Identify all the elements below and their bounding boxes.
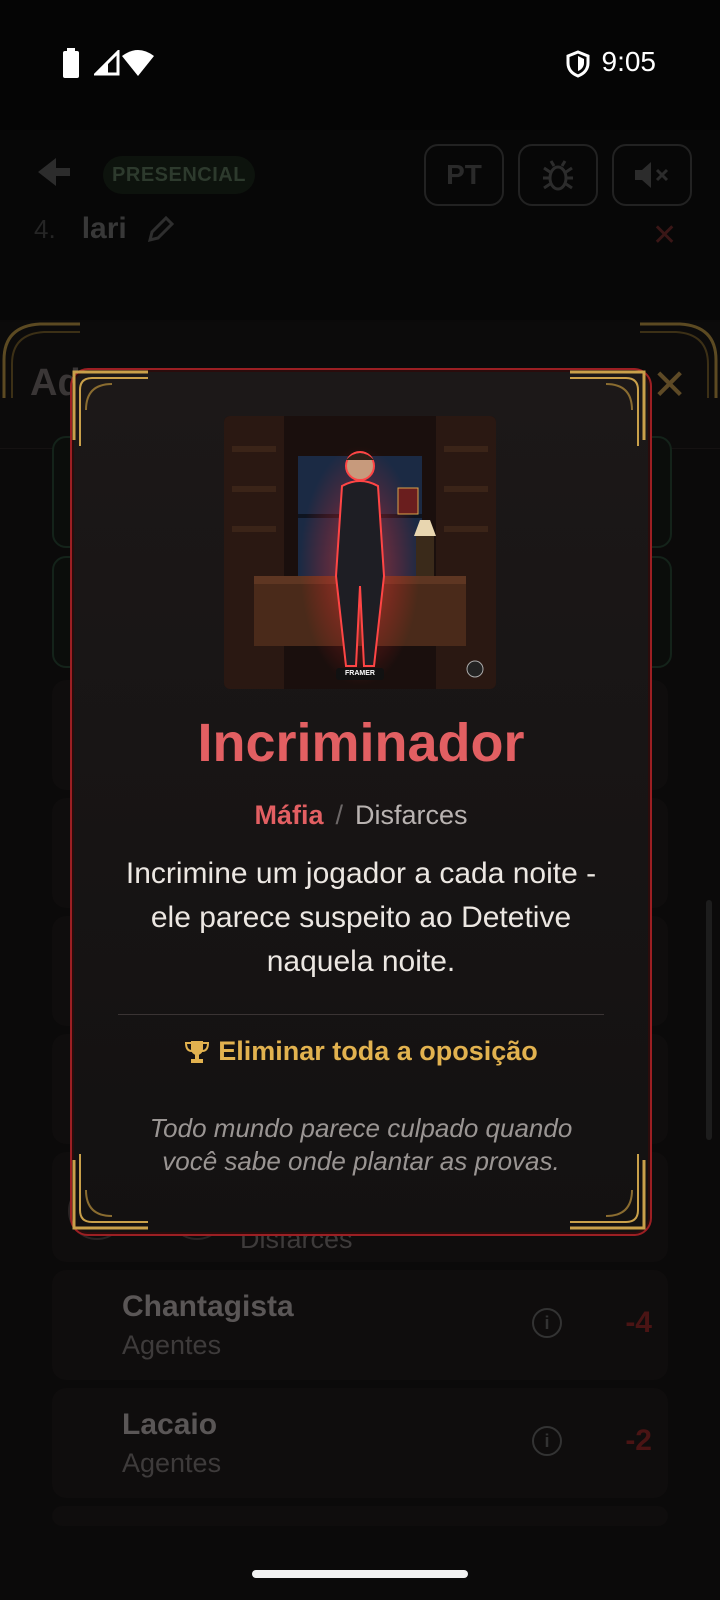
player-name: lari bbox=[81, 212, 127, 245]
clock: 9:05 bbox=[601, 46, 657, 77]
edit-pencil-icon[interactable] bbox=[146, 214, 176, 244]
signal-icon bbox=[94, 50, 120, 76]
wifi-icon bbox=[122, 50, 154, 76]
category-label: Disfarces bbox=[355, 800, 468, 830]
battery-icon bbox=[63, 48, 79, 78]
role-artwork bbox=[224, 416, 496, 689]
card-label: FRAMER bbox=[345, 670, 375, 677]
info-icon[interactable]: i bbox=[532, 1426, 562, 1456]
volume-mute-icon bbox=[635, 162, 669, 188]
role-name: Lacaio bbox=[122, 1408, 218, 1441]
shield-icon bbox=[566, 50, 590, 78]
role-score: -4 bbox=[625, 1306, 652, 1339]
role-category: Agentes bbox=[122, 1330, 222, 1360]
scrollbar[interactable] bbox=[706, 900, 712, 1140]
list-item[interactable] bbox=[52, 1506, 668, 1526]
win-condition-text: Eliminar toda a oposição bbox=[218, 1036, 538, 1066]
separator: / bbox=[335, 800, 343, 830]
remove-player-icon[interactable]: ✕ bbox=[652, 218, 677, 253]
role-name: Chantagista bbox=[122, 1290, 294, 1323]
ornament-corner-icon bbox=[72, 370, 148, 446]
flavor-quote: Todo mundo parece culpado quando você sa… bbox=[149, 1113, 573, 1176]
mode-chip[interactable]: PRESENCIAL bbox=[103, 156, 255, 194]
role-name-title: Incriminador bbox=[197, 713, 525, 773]
role-description: Incrimine um jogador a cada noite - ele … bbox=[125, 857, 597, 978]
list-item[interactable]: Chantagista Agentes i -4 bbox=[52, 1270, 668, 1380]
bug-icon bbox=[543, 160, 573, 191]
win-condition: Eliminar toda a oposição bbox=[70, 1036, 652, 1067]
role-score: -2 bbox=[625, 1424, 652, 1457]
list-item[interactable]: Lacaio Agentes i -2 bbox=[52, 1388, 668, 1498]
faction-label: Máfia bbox=[254, 800, 324, 830]
info-icon[interactable]: i bbox=[532, 1308, 562, 1338]
divider bbox=[118, 1014, 604, 1015]
mute-button[interactable] bbox=[612, 144, 692, 206]
player-row: 4. lari bbox=[34, 212, 127, 246]
home-indicator[interactable] bbox=[252, 1570, 468, 1578]
close-sheet-icon[interactable]: ✕ bbox=[652, 360, 687, 409]
language-button[interactable]: PT bbox=[424, 144, 504, 206]
player-number: 4. bbox=[34, 214, 56, 244]
faction-line: Máfia / Disfarces bbox=[70, 800, 652, 831]
trophy-icon bbox=[185, 1040, 210, 1063]
back-arrow-icon[interactable] bbox=[34, 152, 74, 192]
ornament-corner-icon bbox=[570, 370, 646, 446]
role-category: Agentes bbox=[122, 1448, 222, 1478]
bug-report-button[interactable] bbox=[518, 144, 598, 206]
